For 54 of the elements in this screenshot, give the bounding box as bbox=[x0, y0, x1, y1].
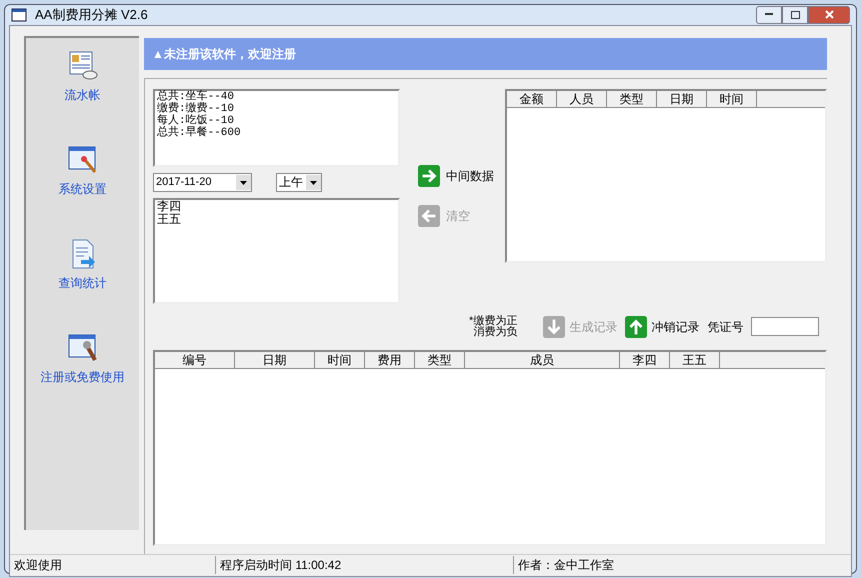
memo-box[interactable]: 总共:坐车--40 缴费:缴费--10 每人:吃饭--10 总共:早餐--600 bbox=[153, 88, 400, 166]
memo-line: 总共:坐车--40 bbox=[157, 90, 236, 102]
window-brush-icon bbox=[66, 144, 98, 176]
sidebar-item[interactable]: 查询统计 bbox=[58, 238, 106, 292]
window-wrench-icon bbox=[66, 332, 98, 364]
caret-icon bbox=[236, 174, 251, 190]
registration-banner: ▲未注册该软件，欢迎注册 bbox=[144, 38, 827, 70]
sidebar-item[interactable]: 系统设置 bbox=[58, 144, 106, 198]
note-line: *缴费为正 bbox=[469, 316, 518, 326]
maximize-icon bbox=[790, 10, 800, 19]
column-header[interactable]: 编号 bbox=[155, 352, 235, 368]
column-header[interactable]: 类型 bbox=[607, 90, 657, 106]
date-dropdown[interactable]: 2017-11-20 bbox=[153, 172, 252, 192]
minimize-button[interactable] bbox=[756, 6, 782, 24]
column-header[interactable]: 日期 bbox=[235, 352, 315, 368]
arrow-up-icon bbox=[625, 316, 648, 338]
sidebar-item[interactable]: 流水帐 bbox=[64, 50, 100, 104]
maximize-button[interactable] bbox=[782, 6, 808, 24]
status-text: 欢迎使用 bbox=[13, 557, 63, 574]
column-header[interactable]: 时间 bbox=[707, 90, 757, 106]
column-header[interactable]: 金额 bbox=[507, 90, 557, 106]
memo-line: 总共:早餐--600 bbox=[157, 126, 242, 138]
close-button[interactable] bbox=[808, 6, 850, 24]
member-item[interactable]: 李四 bbox=[157, 200, 396, 212]
caret-icon bbox=[306, 174, 321, 190]
app-icon bbox=[11, 6, 29, 23]
column-header[interactable]: 时间 bbox=[315, 352, 365, 368]
column-header[interactable]: 日期 bbox=[657, 90, 707, 106]
note-line: 消费为负 bbox=[473, 326, 518, 338]
close-icon bbox=[824, 10, 834, 20]
column-header[interactable]: 类型 bbox=[415, 352, 465, 368]
memo-line: 每人:吃饭--10 bbox=[157, 114, 236, 126]
document-cup-icon bbox=[66, 50, 98, 82]
status-text: 程序启动时间 11:00:42 bbox=[215, 556, 513, 574]
column-header[interactable]: 费用 bbox=[365, 352, 415, 368]
arrow-down-icon bbox=[543, 316, 566, 338]
column-header[interactable]: 李四 bbox=[620, 352, 670, 368]
arrow-button[interactable]: 中间数据 bbox=[418, 164, 505, 186]
arrow-right-icon bbox=[418, 164, 440, 186]
voucher-label: 凭证号 bbox=[707, 318, 744, 336]
column-header[interactable]: 成员 bbox=[465, 352, 620, 368]
arrow-left-icon bbox=[418, 204, 440, 226]
period-dropdown[interactable]: 上午 bbox=[276, 172, 322, 192]
column-header[interactable]: 王五 bbox=[670, 352, 720, 368]
arrow-button[interactable]: 冲销记录 bbox=[625, 316, 700, 338]
minimize-icon bbox=[765, 13, 773, 16]
sidebar-item[interactable]: 注册或免费使用 bbox=[40, 332, 124, 386]
member-item[interactable]: 王五 bbox=[157, 212, 396, 226]
memo-line: 缴费:缴费--10 bbox=[157, 102, 236, 114]
window-title: AA制费用分摊 V2.6 bbox=[35, 6, 148, 24]
status-text: 作者：金中工作室 bbox=[513, 556, 851, 574]
member-list[interactable]: 李四 王五 bbox=[153, 198, 400, 304]
column-header[interactable]: 人员 bbox=[557, 90, 607, 106]
voucher-field[interactable] bbox=[751, 317, 820, 336]
